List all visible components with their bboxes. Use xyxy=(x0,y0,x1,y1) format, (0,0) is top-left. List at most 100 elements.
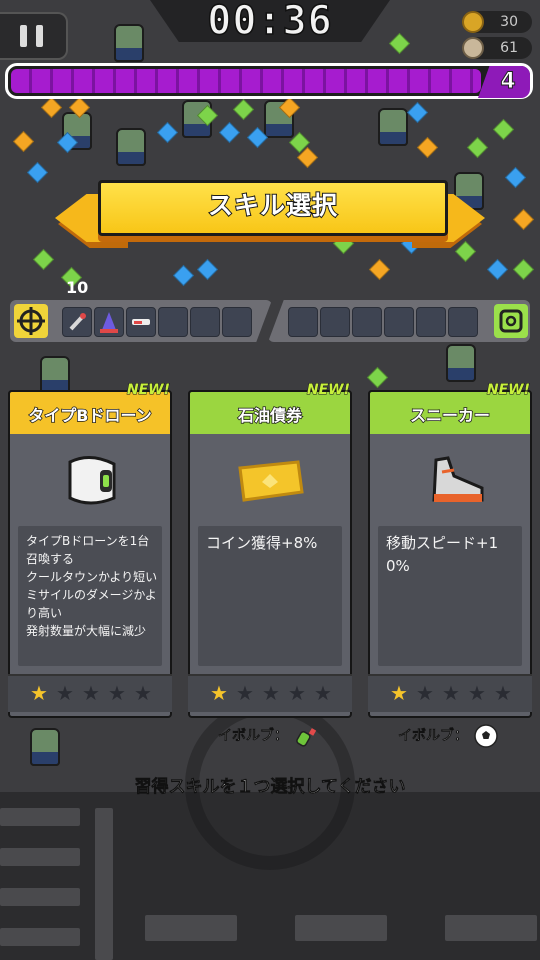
shotgun-icon xyxy=(132,319,150,325)
xp-gem xyxy=(232,98,255,121)
kill-count: 61 xyxy=(500,40,518,56)
star-empty-icon: ★ xyxy=(416,681,434,705)
traffic-cone-icon xyxy=(100,312,118,333)
pause-icon xyxy=(36,25,43,47)
evolve-label: イボルブ： xyxy=(398,728,469,745)
skill-name: 石油債券 xyxy=(237,405,303,426)
xp-gem xyxy=(406,101,429,124)
gold-ticket-icon xyxy=(238,460,304,502)
passive-slot-empty xyxy=(384,307,414,337)
skill-icon-area xyxy=(18,442,162,520)
xp-bar xyxy=(5,63,533,99)
crosswalk-stripe xyxy=(0,848,80,866)
star-empty-icon: ★ xyxy=(108,681,126,705)
xp-gem xyxy=(388,32,411,55)
star-empty-icon: ★ xyxy=(82,681,100,705)
skill-name: タイプBドローン xyxy=(28,405,153,426)
xp-gem xyxy=(416,136,439,159)
star-empty-icon: ★ xyxy=(288,681,306,705)
xp-gem xyxy=(454,240,477,263)
crosswalk-stripe xyxy=(0,888,80,906)
xp-gem xyxy=(40,96,63,119)
weapon-slot-cone xyxy=(94,307,124,337)
xp-gem xyxy=(218,121,241,144)
zombie-enemy xyxy=(40,356,70,394)
xp-gem xyxy=(466,136,489,159)
zombie-enemy xyxy=(30,728,60,766)
drone-b-icon xyxy=(68,456,116,505)
survival-timer: 00:36 xyxy=(207,0,333,44)
xp-gem xyxy=(512,258,535,281)
star-filled-icon: ★ xyxy=(390,681,408,705)
road-marking xyxy=(445,915,537,941)
chip-icon xyxy=(494,304,528,338)
new-badge: NEW! xyxy=(126,382,170,399)
evolve-hint-oil-bond: イボルブ： xyxy=(218,722,317,750)
xp-gem xyxy=(486,258,509,281)
coin-icon xyxy=(462,11,484,33)
xp-gem xyxy=(156,121,179,144)
damage-number: 10 xyxy=(66,278,89,297)
zombie-enemy xyxy=(114,24,144,62)
xp-gem xyxy=(196,258,219,281)
weapon-slot-empty xyxy=(190,307,220,337)
star-empty-icon: ★ xyxy=(468,681,486,705)
skill-card-oil-bond[interactable]: 石油債券 NEW! コイン獲得+8% ★ ★ ★ ★ ★ xyxy=(188,382,352,718)
weapon-slot-empty xyxy=(158,307,188,337)
passive-slot-empty xyxy=(288,307,318,337)
new-badge: NEW! xyxy=(486,382,530,399)
xp-gem xyxy=(172,264,195,287)
soccer-ball-icon xyxy=(474,724,498,748)
weapon-slot-gun xyxy=(126,307,156,337)
crosshair-icon xyxy=(14,304,48,338)
star-filled-icon: ★ xyxy=(210,681,228,705)
star-empty-icon: ★ xyxy=(314,681,332,705)
player-level: 4 xyxy=(500,69,516,95)
banner-title: スキル選択 xyxy=(207,190,338,221)
star-empty-icon: ★ xyxy=(442,681,460,705)
zombie-enemy xyxy=(378,108,408,146)
star-filled-icon: ★ xyxy=(30,681,48,705)
weapon-slot-empty xyxy=(222,307,252,337)
zombie-enemy xyxy=(446,344,476,382)
skill-description: 移動スピード+10% xyxy=(386,534,499,575)
xp-gem xyxy=(332,232,355,255)
star-empty-icon: ★ xyxy=(494,681,512,705)
new-badge: NEW! xyxy=(306,382,350,399)
skill-description: コイン獲得+8% xyxy=(206,534,318,552)
skill-card-drone-b[interactable]: タイプBドローン NEW! タイプBドローンを1台召喚する クールタウンかより短… xyxy=(8,382,172,718)
skill-name: スニーカー xyxy=(409,405,491,426)
star-empty-icon: ★ xyxy=(56,681,74,705)
instruction-text: 習得スキルを１つ選択してください xyxy=(134,777,406,798)
xp-gem xyxy=(512,208,535,231)
skill-description-box: タイプBドローンを1台召喚する クールタウンかより短い ミサイルのダメージかより… xyxy=(18,526,162,666)
skill-description-box: 移動スピード+10% xyxy=(378,526,522,666)
skill-description: タイプBドローンを1台召喚する クールタウンかより短い ミサイルのダメージかより… xyxy=(26,534,158,638)
crosswalk-stripe xyxy=(95,808,113,960)
skill-icon-area xyxy=(198,442,342,520)
weapon-slot-missile xyxy=(62,307,92,337)
road-marking xyxy=(295,915,387,941)
xp-gem xyxy=(26,161,49,184)
skill-stars: ★ ★ ★ ★ ★ xyxy=(188,674,352,712)
xp-gem xyxy=(12,130,35,153)
skill-icon-area xyxy=(378,442,522,520)
passive-slot-empty xyxy=(352,307,382,337)
passive-slot-empty xyxy=(416,307,446,337)
xp-gem xyxy=(32,248,55,271)
xp-gem xyxy=(368,258,391,281)
skill-stars: ★ ★ ★ ★ ★ xyxy=(368,674,532,712)
passive-slot-empty xyxy=(320,307,350,337)
evolve-label: イボルブ： xyxy=(218,728,289,745)
xp-gem xyxy=(492,118,515,141)
skill-stars: ★ ★ ★ ★ ★ xyxy=(8,674,172,712)
pause-icon xyxy=(20,25,27,47)
star-empty-icon: ★ xyxy=(236,681,254,705)
passive-slot-empty xyxy=(448,307,478,337)
skill-card-sneaker[interactable]: スニーカー NEW! 移動スピード+10% ★ ★ ★ ★ ★ xyxy=(368,382,532,718)
star-empty-icon: ★ xyxy=(134,681,152,705)
pause-button[interactable] xyxy=(0,12,68,60)
xp-gem xyxy=(504,166,527,189)
xp-bar-fill xyxy=(11,69,481,93)
kill-counter: 61 xyxy=(462,37,532,59)
